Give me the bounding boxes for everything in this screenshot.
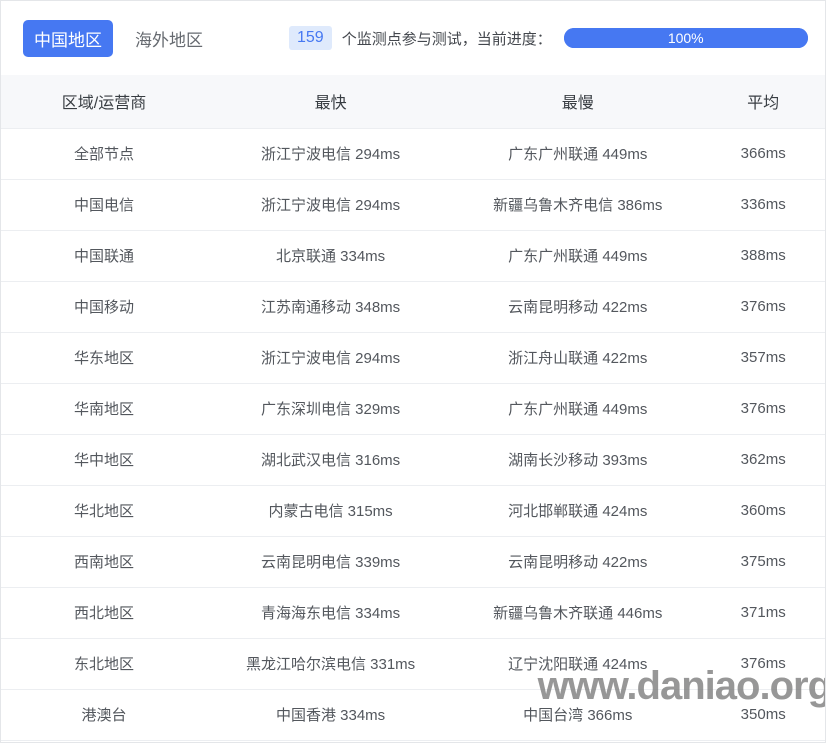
average-cell: 336ms <box>701 179 825 230</box>
average-cell: 371ms <box>701 587 825 638</box>
average-cell: 362ms <box>701 434 825 485</box>
region-cell: 西北地区 <box>1 587 207 638</box>
region-cell: 华北地区 <box>1 485 207 536</box>
slowest-cell: 云南昆明移动 422ms <box>454 536 701 587</box>
slowest-cell: 河北邯郸联通 424ms <box>454 485 701 536</box>
slowest-cell: 新疆乌鲁木齐电信 386ms <box>454 179 701 230</box>
average-cell: 375ms <box>701 536 825 587</box>
slowest-cell: 中国台湾 366ms <box>454 689 701 740</box>
table-header: 区域/运营商 最快 最慢 平均 <box>1 75 825 128</box>
fastest-cell: 青海海东电信 334ms <box>207 587 454 638</box>
status-label: 个监测点参与测试，当前进度： <box>342 28 552 49</box>
slowest-cell: 广东广州联通 449ms <box>454 230 701 281</box>
region-cell: 华中地区 <box>1 434 207 485</box>
column-header-average: 平均 <box>701 75 825 128</box>
fastest-cell: 北京联通 334ms <box>207 230 454 281</box>
average-cell: 376ms <box>701 281 825 332</box>
slowest-cell: 湖南长沙移动 393ms <box>454 434 701 485</box>
monitor-count-badge: 159 <box>289 26 332 50</box>
fastest-cell: 浙江宁波电信 294ms <box>207 128 454 179</box>
slowest-cell: 广东广州联通 449ms <box>454 383 701 434</box>
slowest-cell: 云南昆明移动 422ms <box>454 281 701 332</box>
average-cell: 388ms <box>701 230 825 281</box>
table-row: 华北地区内蒙古电信 315ms河北邯郸联通 424ms360ms <box>1 485 825 536</box>
region-cell: 东北地区 <box>1 638 207 689</box>
region-cell: 中国移动 <box>1 281 207 332</box>
region-cell: 华东地区 <box>1 332 207 383</box>
column-header-slowest: 最慢 <box>454 75 701 128</box>
tab-china-region[interactable]: 中国地区 <box>23 20 113 57</box>
table-row: 中国移动江苏南通移动 348ms云南昆明移动 422ms376ms <box>1 281 825 332</box>
region-cell: 全部节点 <box>1 128 207 179</box>
fastest-cell: 湖北武汉电信 316ms <box>207 434 454 485</box>
table-row: 西南地区云南昆明电信 339ms云南昆明移动 422ms375ms <box>1 536 825 587</box>
average-cell: 376ms <box>701 383 825 434</box>
tab-overseas-region[interactable]: 海外地区 <box>135 26 203 51</box>
average-cell: 366ms <box>701 128 825 179</box>
region-cell: 中国电信 <box>1 179 207 230</box>
region-cell: 中国联通 <box>1 230 207 281</box>
average-cell: 350ms <box>701 689 825 740</box>
fastest-cell: 中国香港 334ms <box>207 689 454 740</box>
table-body: 全部节点浙江宁波电信 294ms广东广州联通 449ms366ms中国电信浙江宁… <box>1 128 825 740</box>
latency-table: 区域/运营商 最快 最慢 平均 全部节点浙江宁波电信 294ms广东广州联通 4… <box>1 75 825 741</box>
table-row: 中国电信浙江宁波电信 294ms新疆乌鲁木齐电信 386ms336ms <box>1 179 825 230</box>
fastest-cell: 广东深圳电信 329ms <box>207 383 454 434</box>
region-cell: 港澳台 <box>1 689 207 740</box>
table-row: 中国联通北京联通 334ms广东广州联通 449ms388ms <box>1 230 825 281</box>
column-header-fastest: 最快 <box>207 75 454 128</box>
table-row: 全部节点浙江宁波电信 294ms广东广州联通 449ms366ms <box>1 128 825 179</box>
average-cell: 357ms <box>701 332 825 383</box>
fastest-cell: 浙江宁波电信 294ms <box>207 179 454 230</box>
table-row: 华南地区广东深圳电信 329ms广东广州联通 449ms376ms <box>1 383 825 434</box>
topbar: 中国地区 海外地区 159 个监测点参与测试，当前进度： 100% <box>1 1 825 75</box>
average-cell: 360ms <box>701 485 825 536</box>
region-cell: 西南地区 <box>1 536 207 587</box>
fastest-cell: 江苏南通移动 348ms <box>207 281 454 332</box>
fastest-cell: 黑龙江哈尔滨电信 331ms <box>207 638 454 689</box>
table-row: 华中地区湖北武汉电信 316ms湖南长沙移动 393ms362ms <box>1 434 825 485</box>
slowest-cell: 新疆乌鲁木齐联通 446ms <box>454 587 701 638</box>
table-row: 港澳台中国香港 334ms中国台湾 366ms350ms <box>1 689 825 740</box>
progress-bar: 100% <box>564 28 808 48</box>
progress-value: 100% <box>564 28 808 48</box>
table-row: 华东地区浙江宁波电信 294ms浙江舟山联通 422ms357ms <box>1 332 825 383</box>
fastest-cell: 云南昆明电信 339ms <box>207 536 454 587</box>
fastest-cell: 浙江宁波电信 294ms <box>207 332 454 383</box>
table-row: 西北地区青海海东电信 334ms新疆乌鲁木齐联通 446ms371ms <box>1 587 825 638</box>
average-cell: 376ms <box>701 638 825 689</box>
column-header-region: 区域/运营商 <box>1 75 207 128</box>
region-cell: 华南地区 <box>1 383 207 434</box>
speedtest-panel: 中国地区 海外地区 159 个监测点参与测试，当前进度： 100% 区域/运营商… <box>0 0 826 743</box>
table-row: 东北地区黑龙江哈尔滨电信 331ms辽宁沈阳联通 424ms376ms <box>1 638 825 689</box>
fastest-cell: 内蒙古电信 315ms <box>207 485 454 536</box>
slowest-cell: 辽宁沈阳联通 424ms <box>454 638 701 689</box>
slowest-cell: 浙江舟山联通 422ms <box>454 332 701 383</box>
slowest-cell: 广东广州联通 449ms <box>454 128 701 179</box>
